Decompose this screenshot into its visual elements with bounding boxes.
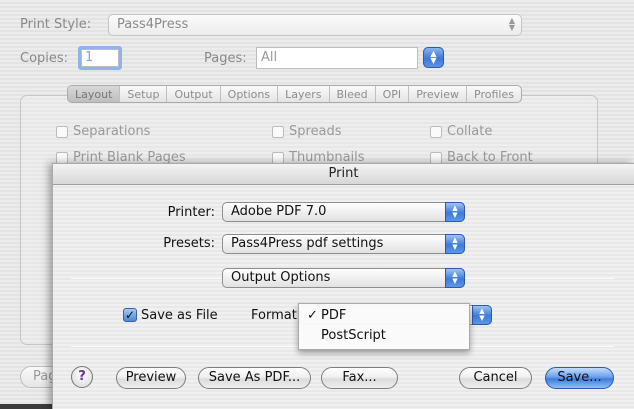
pages-stepper-icon: ▲ ▼: [423, 47, 444, 68]
format-option-postscript-label: PostScript: [321, 328, 386, 343]
copies-label: Copies:: [20, 51, 69, 66]
separations-checkbox: Separations: [56, 124, 150, 139]
pages-field: All: [256, 47, 418, 69]
popup-arrows-icon: ▲ ▼: [445, 268, 465, 288]
save-as-pdf-button[interactable]: Save As PDF...: [198, 367, 311, 389]
pages-label: Pages:: [204, 51, 247, 66]
tab-profiles: Profiles: [466, 86, 521, 102]
checkbox-box-icon: [272, 151, 284, 164]
presets-popup[interactable]: Pass4Press pdf settings ▲ ▼: [222, 234, 465, 254]
checkbox-box-icon: [430, 151, 442, 164]
tab-bleed: Bleed: [328, 86, 375, 102]
print-style-value: Pass4Press: [117, 17, 189, 32]
tab-opi: OPI: [374, 86, 409, 102]
cancel-button[interactable]: Cancel: [459, 367, 532, 389]
format-option-pdf-label: PDF: [321, 308, 347, 323]
print-sheet: Print Printer: Adobe PDF 7.0 ▲ ▼ Presets:…: [52, 163, 634, 409]
presets-value: Pass4Press pdf settings: [231, 236, 384, 251]
format-option-pdf[interactable]: ✓ PDF: [299, 306, 469, 326]
checkmark-icon: ✓: [124, 308, 136, 322]
popup-arrows-icon: ▲ ▼: [445, 202, 465, 222]
tab-options: Options: [219, 86, 277, 102]
menu-checkmark-icon: ✓: [307, 308, 318, 323]
printer-value: Adobe PDF 7.0: [231, 204, 327, 219]
printer-popup[interactable]: Adobe PDF 7.0 ▲ ▼: [222, 202, 465, 222]
presets-label: Presets:: [163, 236, 215, 251]
save-button[interactable]: Save...: [545, 367, 614, 389]
tab-bar: Layout Setup Output Options Layers Bleed…: [67, 85, 522, 103]
spreads-label: Spreads: [289, 124, 342, 139]
format-dropdown-menu: ✓ PDF PostScript: [298, 303, 470, 350]
collate-checkbox: Collate: [430, 124, 492, 139]
copies-field-focus-ring: 1: [78, 46, 122, 70]
printer-label: Printer:: [167, 205, 215, 220]
window-edge: [0, 404, 52, 409]
fax-button[interactable]: Fax...: [321, 367, 398, 389]
save-as-file-label: Save as File: [141, 308, 218, 323]
popup-arrows-icon: ▲ ▼: [508, 16, 515, 32]
popup-arrows-icon: ▲ ▼: [472, 305, 492, 325]
help-button[interactable]: ?: [71, 366, 93, 388]
print-style-label: Print Style:: [20, 17, 92, 32]
checkbox-box-icon: [56, 151, 68, 164]
spreads-checkbox: Spreads: [272, 124, 342, 139]
panel-popup[interactable]: Output Options ▲ ▼: [222, 268, 465, 288]
sheet-title: Print: [53, 164, 634, 185]
checkbox-box-icon: [272, 125, 284, 138]
collate-label: Collate: [447, 124, 493, 139]
format-label: Format: [251, 308, 297, 323]
tab-preview: Preview: [408, 86, 466, 102]
tab-output: Output: [166, 86, 219, 102]
checkbox-box-icon: [430, 125, 442, 138]
preview-button[interactable]: Preview: [116, 367, 186, 389]
print-style-popup: Pass4Press ▲ ▼: [108, 14, 522, 36]
copies-field: 1: [81, 49, 119, 67]
panel-value: Output Options: [231, 270, 331, 285]
popup-arrows-icon: ▲ ▼: [445, 234, 465, 254]
tab-layout: Layout: [68, 86, 120, 102]
save-as-file-checkbox[interactable]: ✓: [123, 308, 137, 322]
tab-setup: Setup: [119, 86, 166, 102]
separations-label: Separations: [73, 124, 151, 139]
checkbox-box-icon: [56, 125, 68, 138]
tab-layers: Layers: [277, 86, 328, 102]
format-option-postscript[interactable]: PostScript: [299, 326, 469, 346]
